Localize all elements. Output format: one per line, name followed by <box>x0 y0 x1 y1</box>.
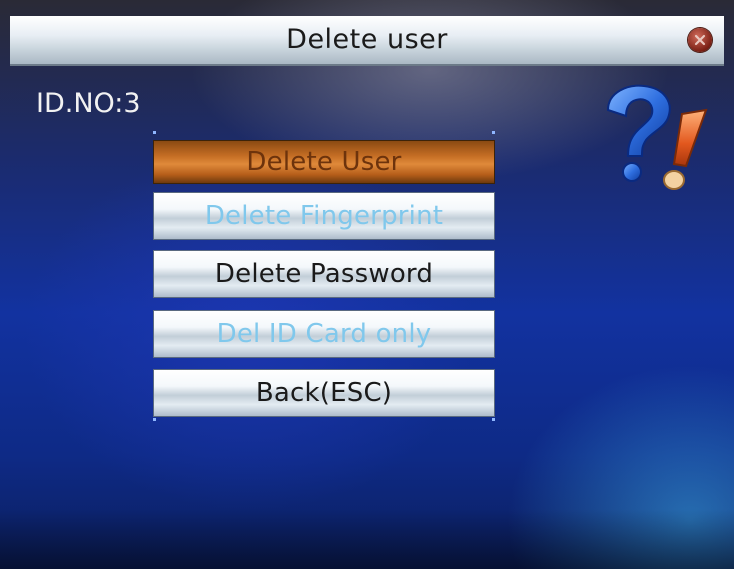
back-esc-button[interactable]: Back(ESC) <box>153 369 495 417</box>
delete-id-card-button[interactable]: Del ID Card only <box>153 310 495 358</box>
window-title: Delete user <box>286 24 448 55</box>
menu-corner-marker <box>153 131 156 134</box>
title-bar: Delete user <box>10 16 724 66</box>
delete-options-menu: Delete User Delete Fingerprint Delete Pa… <box>153 131 495 421</box>
delete-password-button[interactable]: Delete Password <box>153 250 495 298</box>
delete-user-button[interactable]: Delete User <box>153 140 495 184</box>
menu-corner-marker <box>492 418 495 421</box>
device-screen: Delete user ID.NO:3 Delete User Delete F… <box>0 0 734 569</box>
close-icon[interactable] <box>688 28 712 52</box>
delete-fingerprint-button[interactable]: Delete Fingerprint <box>153 192 495 240</box>
menu-corner-marker <box>153 418 156 421</box>
user-id-label: ID.NO:3 <box>36 88 141 119</box>
question-exclamation-icon <box>594 80 718 192</box>
menu-corner-marker <box>492 131 495 134</box>
